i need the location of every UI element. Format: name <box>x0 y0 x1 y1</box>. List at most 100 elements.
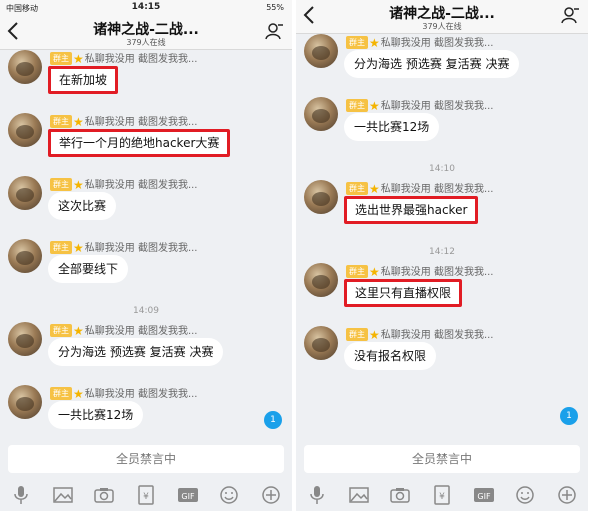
sender-name: 私聊我没用 截图发我我... <box>380 330 494 341</box>
chat-header: 诸神之战-二战... 379人在线 <box>0 16 292 50</box>
svg-text:¥: ¥ <box>439 492 445 502</box>
camera-icon[interactable] <box>93 484 115 506</box>
group-members-icon[interactable] <box>264 21 284 41</box>
star-icon: ★ <box>369 265 380 279</box>
highlighted-message-bubble[interactable]: 这里只有直播权限 <box>344 279 463 307</box>
avatar[interactable] <box>8 322 42 356</box>
star-icon: ★ <box>73 52 84 66</box>
unread-badge[interactable]: 1 <box>560 407 578 425</box>
sender-meta: 群主 ★私聊我没用 截图发我我... <box>346 180 493 196</box>
red-packet-icon[interactable]: ¥ <box>431 484 453 506</box>
avatar[interactable] <box>304 326 338 360</box>
message-bubble[interactable]: 这次比赛 <box>48 192 117 220</box>
gif-label: GIF <box>477 492 491 501</box>
sender-meta: 群主 ★私聊我没用 截图发我我... <box>50 322 197 338</box>
status-bar: 中国移动 14:15 55% <box>0 0 292 16</box>
message-bubble[interactable]: 没有报名权限 <box>344 342 437 370</box>
gif-icon[interactable]: GIF <box>473 484 495 506</box>
star-icon: ★ <box>369 328 380 342</box>
sender-meta: 群主 ★私聊我没用 截图发我我... <box>50 176 197 192</box>
owner-badge: 群主 <box>50 52 72 65</box>
left-chat-screen: 中国移动 14:15 55% 诸神之战-二战... 379人在线 群主 ★私聊我没… <box>0 0 292 511</box>
message-list[interactable]: 群主 ★私聊我没用 截图发我我... 分为海选 预选赛 复活赛 决赛 群主 ★私聊我没用… <box>296 34 588 440</box>
sender-name: 私聊我没用 截图发我我... <box>380 38 494 49</box>
emoji-icon[interactable] <box>514 484 536 506</box>
star-icon: ★ <box>73 387 84 401</box>
message-bubble[interactable]: 全部要线下 <box>48 255 129 283</box>
avatar[interactable] <box>8 239 42 273</box>
chat-header: 诸神之战-二战... 379人在线 <box>296 0 588 34</box>
star-icon: ★ <box>369 182 380 196</box>
message-list[interactable]: 群主 ★私聊我没用 截图发我我... 在新加坡 群主 ★私聊我没用 截图发我我... 举行… <box>0 50 292 440</box>
star-icon: ★ <box>73 324 84 338</box>
sender-meta: 群主 ★私聊我没用 截图发我我... <box>346 34 493 50</box>
highlighted-message-bubble[interactable]: 在新加坡 <box>48 66 119 94</box>
sender-name: 私聊我没用 截图发我我... <box>84 389 198 400</box>
red-packet-icon[interactable]: ¥ <box>135 484 157 506</box>
unread-badge[interactable]: 1 <box>264 411 282 429</box>
sender-name: 私聊我没用 截图发我我... <box>84 117 198 128</box>
plus-icon[interactable] <box>556 484 578 506</box>
online-count: 379人在线 <box>126 38 166 47</box>
svg-text:¥: ¥ <box>143 492 149 502</box>
group-title: 诸神之战-二战... <box>93 22 199 38</box>
owner-badge: 群主 <box>50 241 72 254</box>
avatar[interactable] <box>8 50 42 84</box>
highlighted-message-bubble[interactable]: 选出世界最强hacker <box>344 196 479 224</box>
sender-name: 私聊我没用 截图发我我... <box>84 326 198 337</box>
sender-name: 私聊我没用 截图发我我... <box>84 243 198 254</box>
avatar[interactable] <box>304 180 338 214</box>
sender-meta: 群主 ★私聊我没用 截图发我我... <box>50 239 197 255</box>
timestamp: 14:09 <box>133 306 159 316</box>
sender-meta: 群主 ★私聊我没用 截图发我我... <box>346 263 493 279</box>
timestamp: 14:12 <box>429 247 455 257</box>
sender-name: 私聊我没用 截图发我我... <box>380 101 494 112</box>
battery-label: 55% <box>266 3 284 12</box>
message-bubble[interactable]: 一共比赛12场 <box>344 113 440 141</box>
star-icon: ★ <box>369 99 380 113</box>
gif-icon[interactable]: GIF <box>177 484 199 506</box>
avatar[interactable] <box>8 176 42 210</box>
highlighted-message-bubble[interactable]: 举行一个月的绝地hacker大赛 <box>48 129 231 157</box>
right-chat-screen: 诸神之战-二战... 379人在线 群主 ★私聊我没用 截图发我我... 分为海选 … <box>296 0 588 511</box>
star-icon: ★ <box>73 178 84 192</box>
owner-badge: 群主 <box>50 115 72 128</box>
input-toolbar: ¥ GIF <box>0 478 292 511</box>
emoji-icon[interactable] <box>218 484 240 506</box>
star-icon: ★ <box>73 115 84 129</box>
owner-badge: 群主 <box>346 265 368 278</box>
owner-badge: 群主 <box>50 178 72 191</box>
star-icon: ★ <box>73 241 84 255</box>
sender-meta: 群主 ★私聊我没用 截图发我我... <box>346 326 493 342</box>
message-bubble[interactable]: 分为海选 预选赛 复活赛 决赛 <box>48 338 224 366</box>
sender-meta: 群主 ★私聊我没用 截图发我我... <box>50 50 197 66</box>
avatar[interactable] <box>8 113 42 147</box>
avatar[interactable] <box>304 97 338 131</box>
message-bubble[interactable]: 分为海选 预选赛 复活赛 决赛 <box>344 50 520 78</box>
sender-meta: 群主 ★私聊我没用 截图发我我... <box>50 113 197 129</box>
avatar[interactable] <box>304 34 338 68</box>
image-icon[interactable] <box>348 484 370 506</box>
group-title: 诸神之战-二战... <box>389 6 495 22</box>
microphone-icon[interactable] <box>10 484 32 506</box>
microphone-icon[interactable] <box>306 484 328 506</box>
owner-badge: 群主 <box>346 328 368 341</box>
owner-badge: 群主 <box>346 36 368 49</box>
sender-name: 私聊我没用 截图发我我... <box>84 54 198 65</box>
camera-icon[interactable] <box>389 484 411 506</box>
sender-name: 私聊我没用 截图发我我... <box>380 184 494 195</box>
mute-bar: 全员禁言中 <box>8 445 284 473</box>
owner-badge: 群主 <box>50 324 72 337</box>
sender-meta: 群主 ★私聊我没用 截图发我我... <box>50 385 197 401</box>
plus-icon[interactable] <box>260 484 282 506</box>
avatar[interactable] <box>8 385 42 419</box>
sender-name: 私聊我没用 截图发我我... <box>84 180 198 191</box>
input-toolbar: ¥ GIF <box>296 478 588 511</box>
gif-label: GIF <box>181 492 195 501</box>
avatar[interactable] <box>304 263 338 297</box>
message-bubble[interactable]: 一共比赛12场 <box>48 401 144 429</box>
owner-badge: 群主 <box>50 387 72 400</box>
sender-name: 私聊我没用 截图发我我... <box>380 267 494 278</box>
group-members-icon[interactable] <box>560 5 580 25</box>
image-icon[interactable] <box>52 484 74 506</box>
